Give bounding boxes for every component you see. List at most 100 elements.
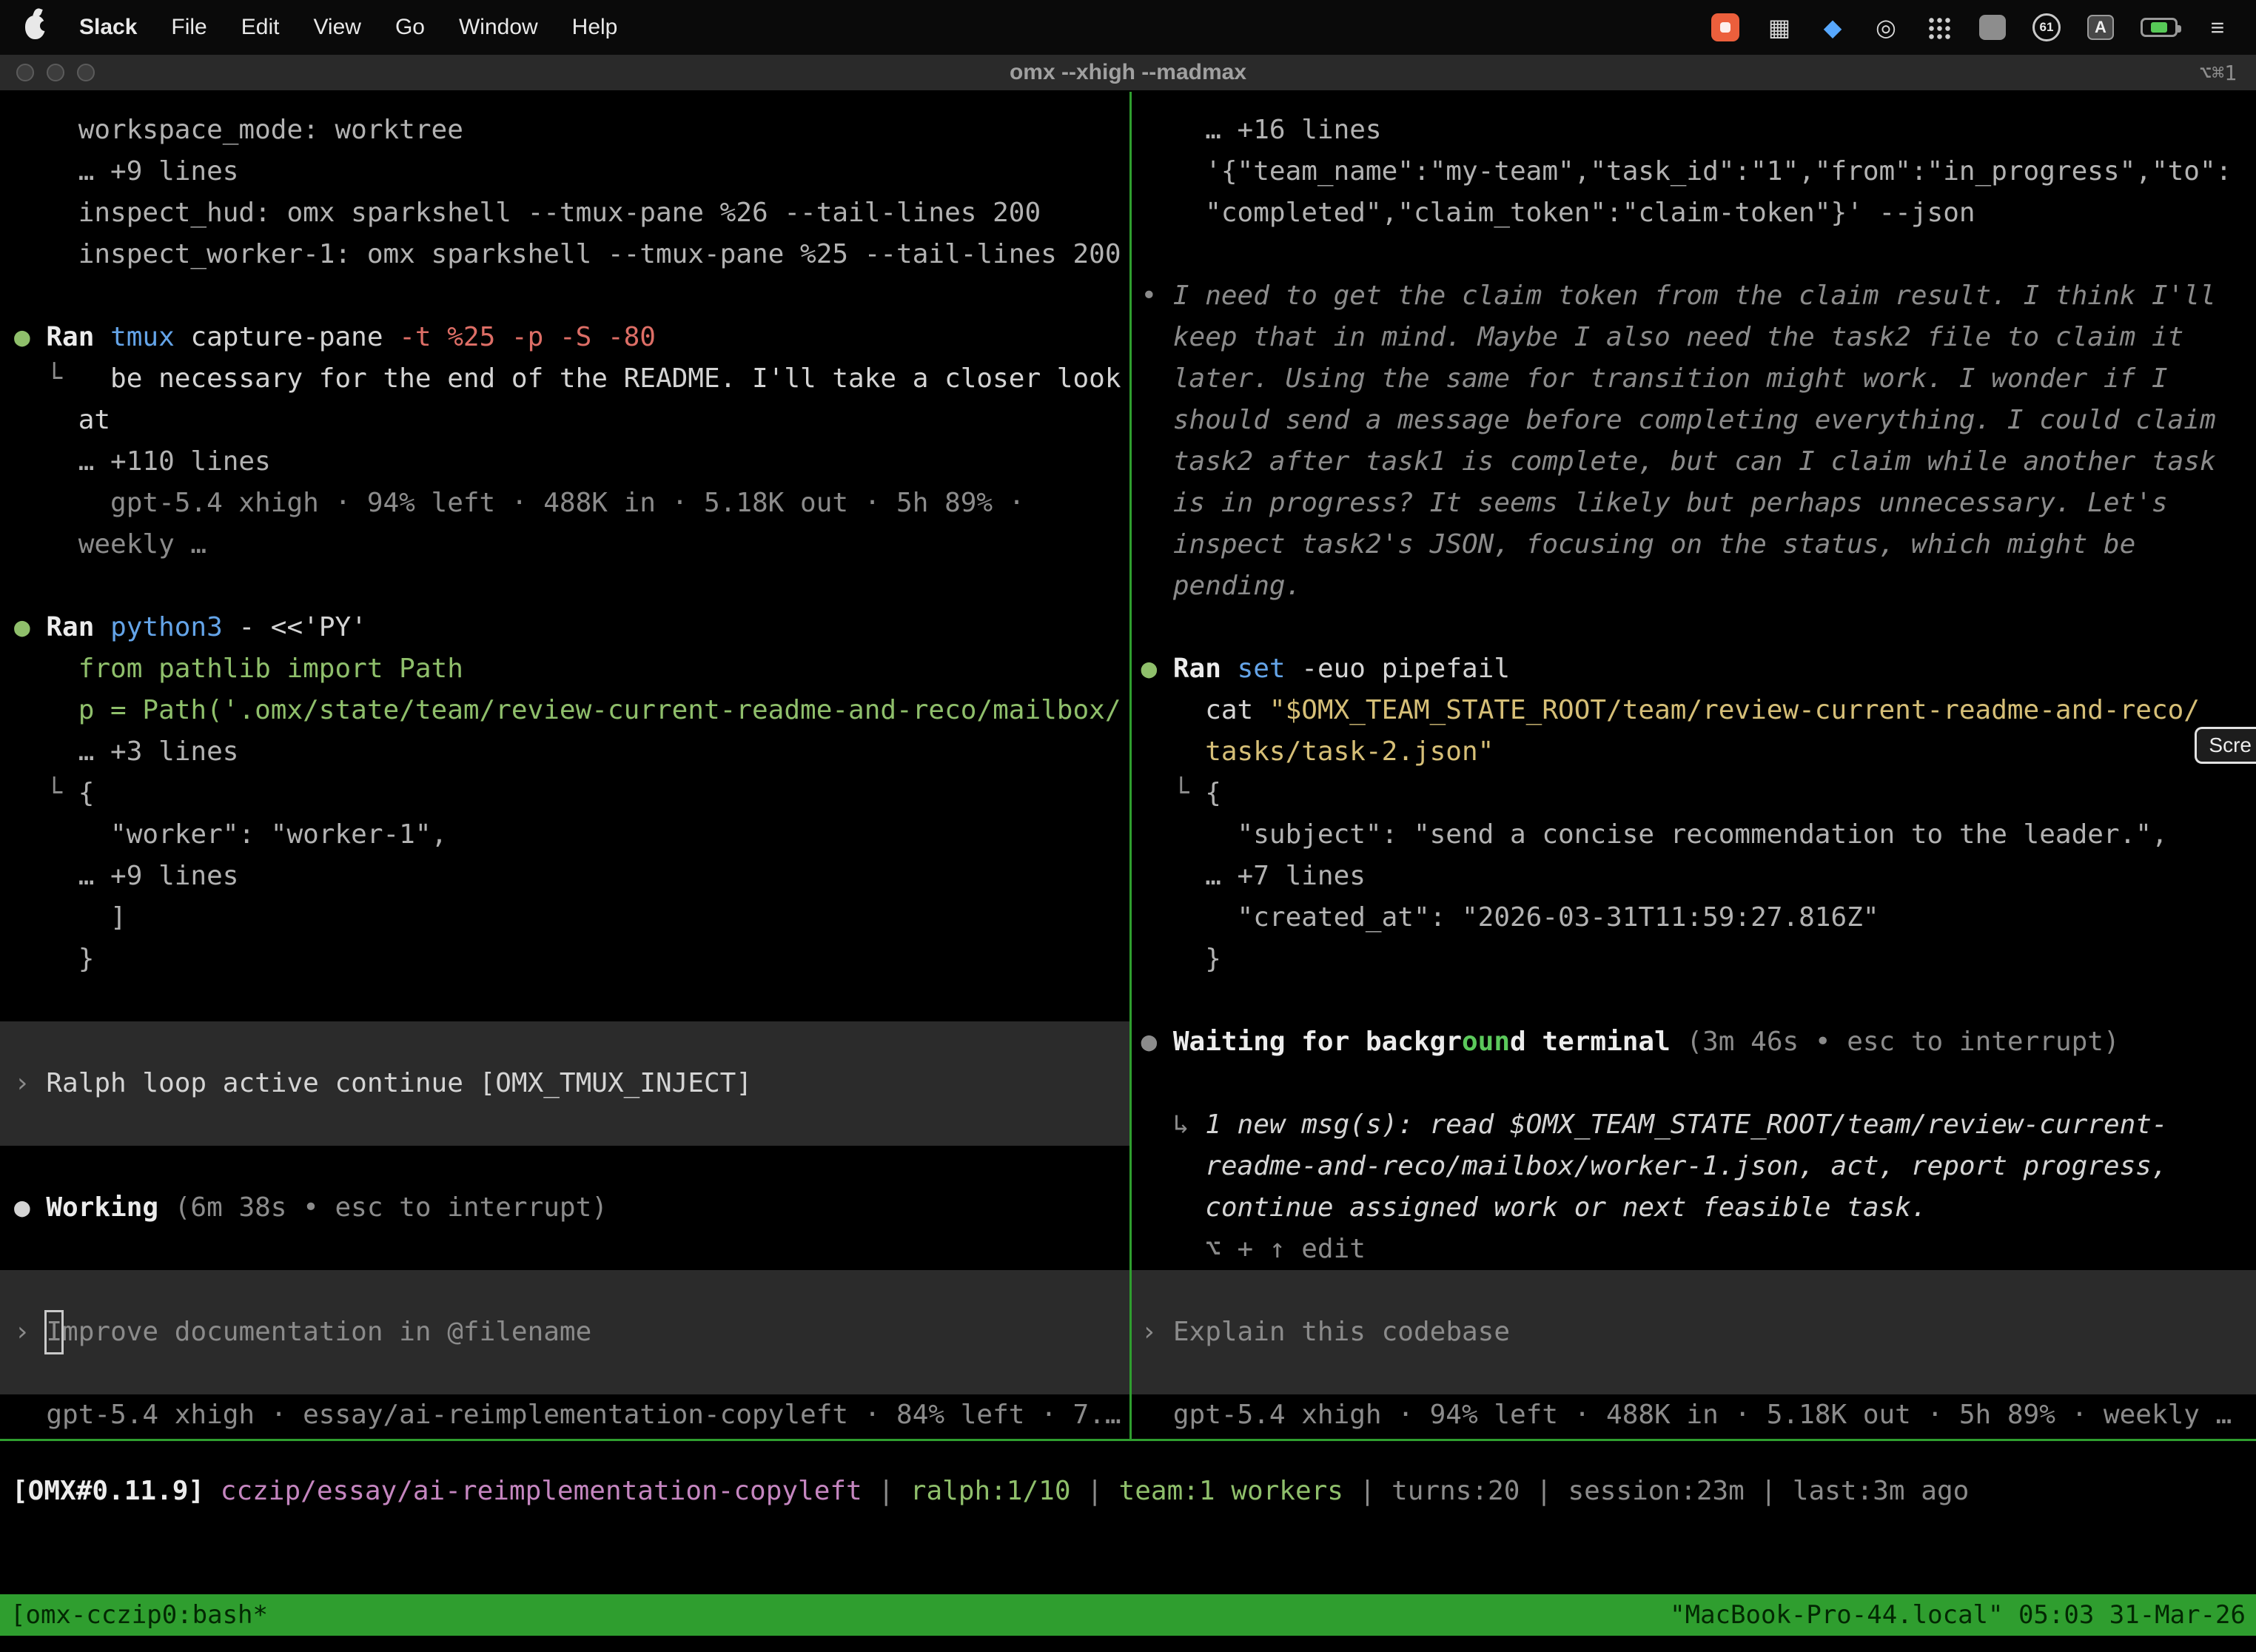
text-segment: … +16 lines bbox=[1141, 115, 1382, 145]
screen: Slack File Edit View Go Window Help ▦ ◆ ◎ 6… bbox=[0, 0, 2256, 1652]
terminal-line bbox=[1141, 607, 2256, 648]
text-segment: cczip/essay/ai-reimplementation-copyleft bbox=[221, 1476, 862, 1506]
terminal-line bbox=[14, 1229, 1129, 1270]
text-segment: └ bbox=[1141, 778, 1206, 808]
text-segment: └ bbox=[14, 778, 78, 808]
text-segment: … +9 lines bbox=[14, 861, 238, 891]
terminal-line: ● Working (6m 38s • esc to interrupt) bbox=[14, 1187, 1129, 1229]
prompt-band-ralph-loop[interactable]: › Ralph loop active continue [OMX_TMUX_I… bbox=[0, 1021, 1129, 1146]
tmux-session-name: [omx-cczip0:bash* bbox=[10, 1600, 268, 1630]
text-segment: } bbox=[14, 944, 94, 974]
menu-view[interactable]: View bbox=[313, 15, 360, 40]
text-segment: { bbox=[1205, 778, 1221, 808]
terminal-line: └ be necessary for the end of the README… bbox=[14, 358, 1129, 400]
terminal-line: ↳ 1 new msg(s): read $OMX_TEAM_STATE_ROO… bbox=[1141, 1104, 2256, 1146]
terminal-line: should send a message before completing … bbox=[1141, 400, 2256, 441]
terminal-line: ● Ran tmux capture-pane -t %25 -p -S -80 bbox=[14, 317, 1129, 358]
terminal-line: } bbox=[14, 939, 1129, 980]
text-segment: pending. bbox=[1141, 571, 1302, 601]
text-segment: [OMX#0.11.9] bbox=[12, 1476, 204, 1506]
battery-fill bbox=[2151, 22, 2168, 33]
text-segment: gpt-5.4 xhigh · 94% left · 488K in · 5.1… bbox=[1141, 1400, 2232, 1430]
keyboard-icon[interactable]: ▦ bbox=[1766, 13, 1793, 42]
menu-file[interactable]: File bbox=[171, 15, 207, 40]
window-titlebar: omx --xhigh --madmax ⌥⌘1 bbox=[0, 55, 2256, 92]
apps-grid-icon[interactable] bbox=[1926, 15, 1953, 40]
terminal-line: p = Path('.omx/state/team/review-current… bbox=[14, 690, 1129, 731]
terminal-line: keep that in mind. Maybe I also need the… bbox=[1141, 317, 2256, 358]
text-segment: I bbox=[46, 1312, 62, 1353]
text-segment: is in progress? It seems likely but perh… bbox=[1141, 488, 2168, 518]
menu-window[interactable]: Window bbox=[459, 15, 538, 40]
text-segment: p = Path('.omx/state/team/review-current… bbox=[14, 695, 1121, 725]
menubar: Slack File Edit View Go Window Help ▦ ◆ ◎ 6… bbox=[0, 0, 2256, 55]
text-segment: | bbox=[1520, 1476, 1568, 1506]
text-segment: ↳ bbox=[1141, 1109, 1206, 1140]
window-controls bbox=[0, 64, 95, 81]
text-segment: … +7 lines bbox=[1141, 861, 1366, 891]
text-segment: tmux bbox=[110, 322, 190, 352]
text-segment: be necessary for the end of the README. … bbox=[110, 363, 1121, 394]
text-segment: from pathlib import Path bbox=[14, 654, 463, 684]
menu-go[interactable]: Go bbox=[395, 15, 425, 40]
text-segment: python3 bbox=[110, 612, 238, 642]
input-source-icon[interactable]: A bbox=[2087, 15, 2114, 40]
terminal-line: └ { bbox=[1141, 773, 2256, 814]
text-segment: ] bbox=[14, 902, 127, 933]
terminal-line: ● Ran set -euo pipefail bbox=[1141, 648, 2256, 690]
bottom-gap bbox=[0, 1636, 2256, 1652]
terminal-line: … +110 lines bbox=[14, 441, 1129, 483]
text-segment: Explain this codebase bbox=[1173, 1312, 1510, 1353]
terminal-line: … +9 lines bbox=[14, 856, 1129, 897]
terminal-line: gpt-5.4 xhigh · 94% left · 488K in · 5.1… bbox=[14, 483, 1129, 524]
text-segment: -euo pipefail bbox=[1301, 654, 1510, 684]
text-segment: ● bbox=[1141, 654, 1173, 684]
battery-percent-icon[interactable]: 61 bbox=[2032, 13, 2061, 41]
left-pane-content[interactable]: workspace_mode: worktree … +9 lines insp… bbox=[0, 92, 1129, 1439]
tmux-session: workspace_mode: worktree … +9 lines insp… bbox=[0, 92, 2256, 1594]
terminal-line: … +16 lines bbox=[1141, 110, 2256, 151]
text-segment: } bbox=[1141, 944, 1221, 974]
text-segment: "subject": "send a concise recommendatio… bbox=[1141, 819, 2168, 850]
screen-share-overlay[interactable]: Scre bbox=[2195, 727, 2256, 764]
bottom-pane-content[interactable]: [OMX#0.11.9] cczip/essay/ai-reimplementa… bbox=[0, 1441, 2256, 1594]
menu-app-name[interactable]: Slack bbox=[79, 15, 137, 40]
close-window-icon[interactable] bbox=[16, 64, 34, 81]
terminal-line: inspect_worker-1: omx sparkshell --tmux-… bbox=[14, 234, 1129, 275]
text-segment: inspect_hud: omx sparkshell --tmux-pane … bbox=[14, 198, 1041, 228]
menu-edit[interactable]: Edit bbox=[241, 15, 280, 40]
battery-charging-icon[interactable] bbox=[2141, 18, 2178, 37]
terminal-line: gpt-5.4 xhigh · 94% left · 488K in · 5.1… bbox=[1141, 1394, 2256, 1436]
text-segment: (6m 38s • esc to interrupt) bbox=[175, 1192, 608, 1223]
right-pane-content[interactable]: … +16 lines '{"team_name":"my-team","tas… bbox=[1132, 92, 2256, 1439]
prompt-band-improve-docs[interactable]: › Improve documentation in @filename bbox=[0, 1270, 1129, 1394]
terminal-line: ] bbox=[14, 897, 1129, 939]
omx-session-status-line: [OMX#0.11.9] cczip/essay/ai-reimplementa… bbox=[12, 1471, 2256, 1512]
zoom-window-icon[interactable] bbox=[77, 64, 95, 81]
tmux-host-clock: "MacBook-Pro-44.local" 05:03 31-Mar-26 bbox=[1670, 1600, 2246, 1630]
terminal-line: tasks/task-2.json" bbox=[1141, 731, 2256, 773]
prompt-band-explain-codebase[interactable]: › Explain this codebase bbox=[1132, 1270, 2256, 1394]
terminal-line: workspace_mode: worktree bbox=[14, 110, 1129, 151]
control-center-icon[interactable]: ≡ bbox=[2204, 13, 2231, 42]
menu-help[interactable]: Help bbox=[572, 15, 618, 40]
terminal-line: continue assigned work or next feasible … bbox=[1141, 1187, 2256, 1229]
text-segment: Ran bbox=[46, 322, 110, 352]
terminal-line: … +3 lines bbox=[14, 731, 1129, 773]
text-segment: capture-pane bbox=[190, 322, 399, 352]
terminal-line: ● Ran python3 - <<'PY' bbox=[14, 607, 1129, 648]
minimize-window-icon[interactable] bbox=[47, 64, 64, 81]
window-title: omx --xhigh --madmax bbox=[0, 60, 2256, 85]
screen-recording-icon[interactable] bbox=[1711, 13, 1739, 41]
apple-icon[interactable] bbox=[25, 16, 45, 39]
app-blob-icon[interactable] bbox=[1979, 15, 2006, 40]
text-segment: … +9 lines bbox=[14, 156, 238, 187]
color-drop-icon[interactable]: ◆ bbox=[1819, 13, 1846, 42]
camera-icon[interactable]: ◎ bbox=[1873, 13, 1899, 42]
text-segment: later. Using the same for transition mig… bbox=[1141, 363, 2168, 394]
terminal-line: later. Using the same for transition mig… bbox=[1141, 358, 2256, 400]
text-segment: … +110 lines bbox=[14, 446, 271, 477]
terminal-line: gpt-5.4 xhigh · essay/ai-reimplementatio… bbox=[14, 1394, 1129, 1436]
text-segment: last:3m ago bbox=[1793, 1476, 1969, 1506]
terminal-line: '{"team_name":"my-team","task_id":"1","f… bbox=[1141, 151, 2256, 192]
